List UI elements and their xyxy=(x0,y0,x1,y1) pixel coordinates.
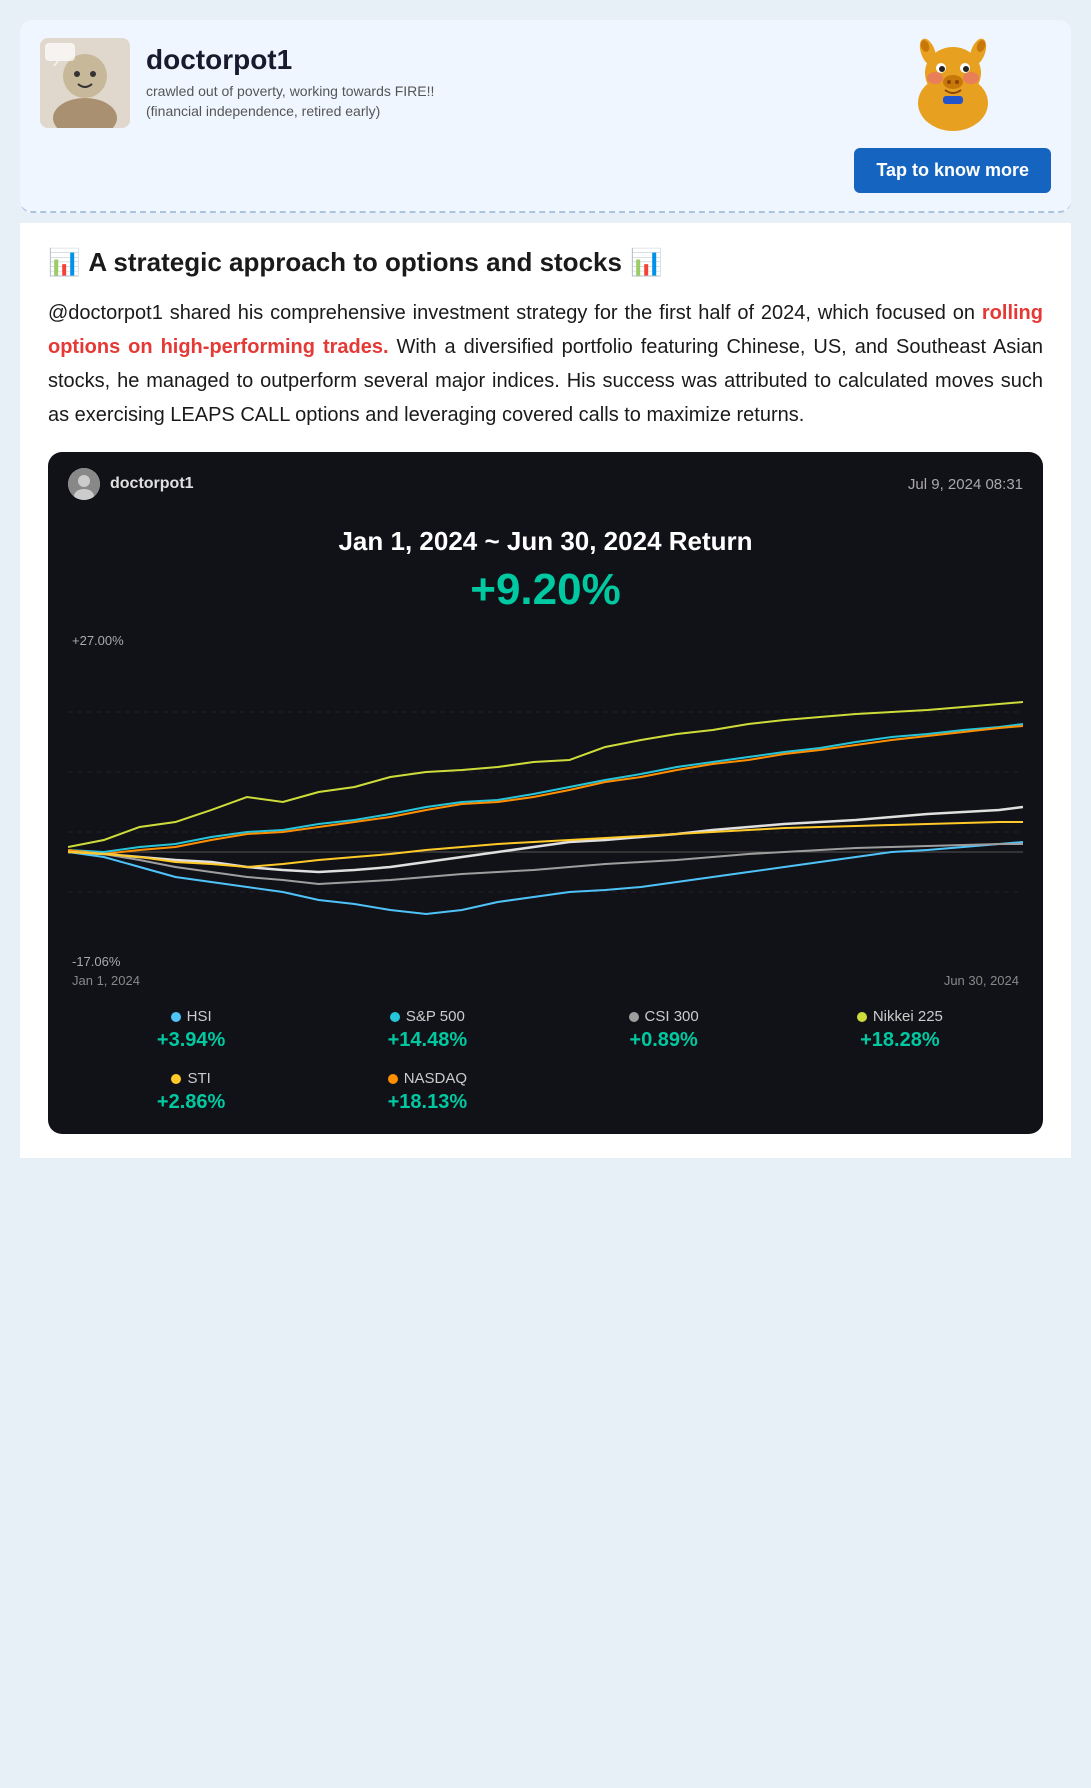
legend-index-label: NASDAQ xyxy=(404,1070,467,1087)
chart-axis-start: Jan 1, 2024 xyxy=(72,973,140,988)
chart-y-label-bottom: -17.06% xyxy=(72,954,1023,969)
chart-axis-end: Jun 30, 2024 xyxy=(944,973,1019,988)
tap-to-know-more-button[interactable]: Tap to know more xyxy=(854,148,1051,193)
legend-dot xyxy=(390,1012,400,1022)
profile-username: doctorpot1 xyxy=(146,44,434,76)
legend-index-label: STI xyxy=(187,1070,210,1087)
title-icon-right: 📊 xyxy=(630,247,662,278)
legend-value: +14.48% xyxy=(388,1029,468,1052)
legend-label: HSI xyxy=(171,1008,212,1025)
chart-timestamp: Jul 9, 2024 08:31 xyxy=(908,476,1023,493)
legend-label: S&P 500 xyxy=(390,1008,465,1025)
chart-svg-container xyxy=(68,652,1023,952)
legend-index-label: Nikkei 225 xyxy=(873,1008,943,1025)
legend-label: CSI 300 xyxy=(629,1008,699,1025)
legend-dot xyxy=(171,1074,181,1084)
chart-legend-row1: HSI +3.94% S&P 500 +14.48% CSI 300 +0.89… xyxy=(48,988,1043,1052)
legend-item: HSI +3.94% xyxy=(78,1008,304,1052)
legend-dot xyxy=(629,1012,639,1022)
avatar xyxy=(40,38,130,128)
legend-dot xyxy=(857,1012,867,1022)
chart-period-title: Jan 1, 2024 ~ Jun 30, 2024 Return xyxy=(68,526,1023,557)
legend-value: +3.94% xyxy=(157,1029,225,1052)
chart-area: +27.00% xyxy=(48,623,1043,988)
legend-dot xyxy=(388,1074,398,1084)
chart-y-label-top: +27.00% xyxy=(72,633,1023,648)
legend-value: +18.28% xyxy=(860,1029,940,1052)
legend-item: NASDAQ +18.13% xyxy=(314,1070,540,1114)
profile-section: doctorpot1 crawled out of poverty, worki… xyxy=(20,20,1071,213)
legend-value: +2.86% xyxy=(157,1091,225,1114)
chart-return-value: +9.20% xyxy=(68,565,1023,615)
article-body: @doctorpot1 shared his comprehensive inv… xyxy=(48,296,1043,432)
chart-user: doctorpot1 xyxy=(68,468,194,500)
chart-user-avatar xyxy=(68,468,100,500)
legend-dot xyxy=(171,1012,181,1022)
chart-header: doctorpot1 Jul 9, 2024 08:31 xyxy=(48,452,1043,510)
legend-value: +18.13% xyxy=(388,1091,468,1114)
legend-item: S&P 500 +14.48% xyxy=(314,1008,540,1052)
legend-index-label: S&P 500 xyxy=(406,1008,465,1025)
legend-item: Nikkei 225 +18.28% xyxy=(787,1008,1013,1052)
legend-label: STI xyxy=(171,1070,210,1087)
legend-label: Nikkei 225 xyxy=(857,1008,943,1025)
legend-index-label: HSI xyxy=(187,1008,212,1025)
legend-value: +0.89% xyxy=(629,1029,697,1052)
title-icon-left: 📊 xyxy=(48,247,80,278)
legend-item: CSI 300 +0.89% xyxy=(551,1008,777,1052)
article-section: 📊 A strategic approach to options and st… xyxy=(20,223,1071,1158)
profile-info: doctorpot1 crawled out of poverty, worki… xyxy=(146,44,434,121)
chart-title-block: Jan 1, 2024 ~ Jun 30, 2024 Return +9.20% xyxy=(48,510,1043,623)
page-container: doctorpot1 crawled out of poverty, worki… xyxy=(0,0,1091,1788)
legend-label: NASDAQ xyxy=(388,1070,467,1087)
chart-axis: Jan 1, 2024 Jun 30, 2024 xyxy=(68,973,1023,988)
legend-index-label: CSI 300 xyxy=(645,1008,699,1025)
legend-item: STI +2.86% xyxy=(78,1070,304,1114)
profile-left: doctorpot1 crawled out of poverty, worki… xyxy=(40,38,434,128)
chart-card: doctorpot1 Jul 9, 2024 08:31 Jan 1, 2024… xyxy=(48,452,1043,1134)
article-title: 📊 A strategic approach to options and st… xyxy=(48,247,1043,278)
mascot-icon xyxy=(893,38,1013,138)
profile-bio: crawled out of poverty, working towards … xyxy=(146,82,434,121)
chart-legend-row2: STI +2.86% NASDAQ +18.13% xyxy=(48,1052,1043,1114)
profile-right: Tap to know more xyxy=(854,38,1051,193)
